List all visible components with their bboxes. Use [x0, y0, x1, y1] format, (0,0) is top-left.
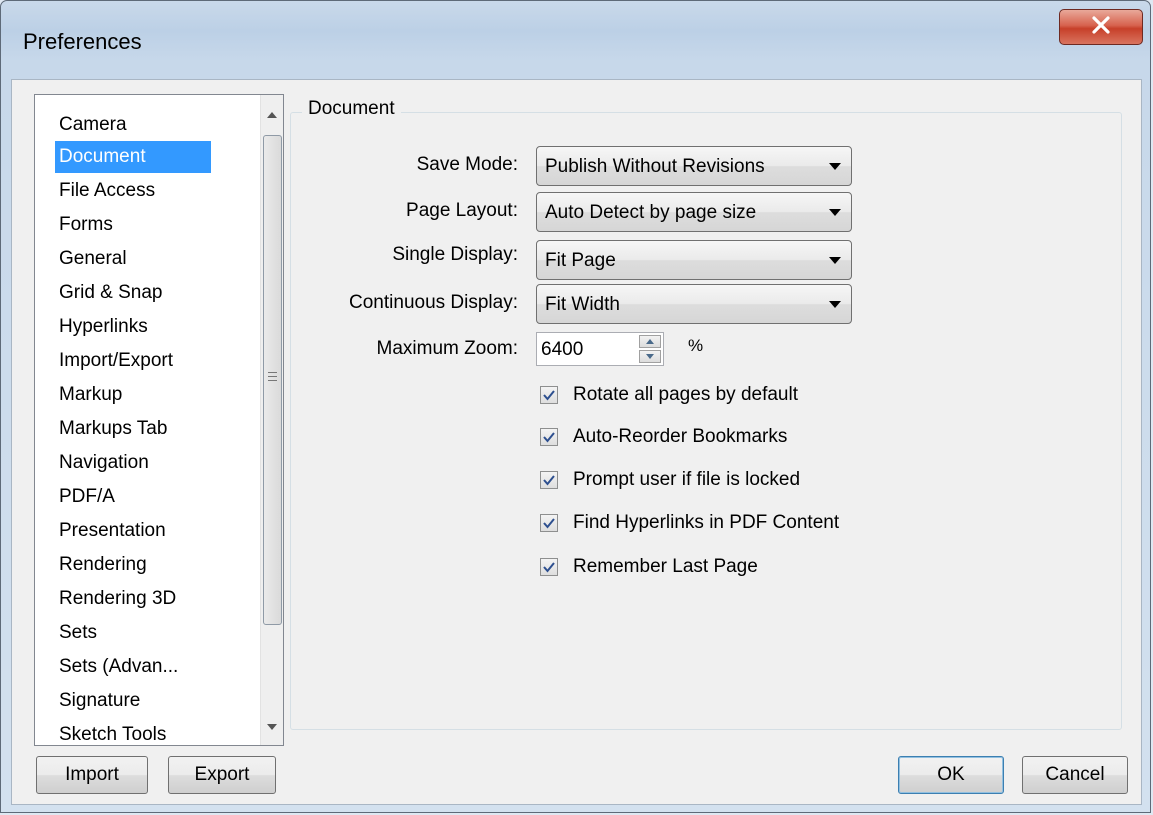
- close-icon: [1091, 15, 1111, 39]
- save-mode-select[interactable]: Publish Without Revisions: [536, 146, 852, 186]
- sidebar-item-sketch-tools[interactable]: Sketch Tools: [55, 719, 170, 745]
- checkbox-auto-reorder-bookmarks[interactable]: Auto-Reorder Bookmarks: [540, 423, 787, 451]
- chevron-down-icon: [829, 301, 841, 308]
- checkmark-icon: [543, 390, 555, 401]
- checkmark-icon: [543, 518, 555, 529]
- checkmark-icon: [543, 475, 555, 486]
- sidebar-item-document[interactable]: Document: [55, 141, 211, 173]
- group-title: Document: [302, 98, 401, 120]
- spin-buttons: [639, 335, 661, 363]
- checkbox-label: Prompt user if file is locked: [573, 469, 801, 490]
- checkbox-label: Auto-Reorder Bookmarks: [573, 426, 788, 447]
- checkbox-label: Find Hyperlinks in PDF Content: [573, 512, 840, 533]
- grip-icon: [268, 372, 277, 384]
- export-button[interactable]: Export: [168, 756, 276, 794]
- sidebar-item-grid-snap[interactable]: Grid & Snap: [55, 277, 167, 309]
- preferences-window: Preferences Camera Document File Access …: [0, 0, 1151, 813]
- checkbox-rotate-pages[interactable]: Rotate all pages by default: [540, 381, 798, 409]
- scroll-down-icon: [267, 717, 277, 735]
- checkmark-icon: [543, 432, 555, 443]
- checkbox-box[interactable]: [540, 558, 558, 576]
- scroll-up-button[interactable]: [261, 103, 283, 125]
- page-layout-select[interactable]: Auto Detect by page size: [536, 192, 852, 232]
- single-display-label: Single Display:: [392, 244, 518, 265]
- max-zoom-value[interactable]: 6400: [541, 339, 583, 361]
- sidebar-item-rendering[interactable]: Rendering: [55, 549, 151, 581]
- sidebar-item-import-export[interactable]: Import/Export: [55, 345, 177, 377]
- close-button[interactable]: [1059, 9, 1143, 45]
- max-zoom-stepper[interactable]: 6400: [536, 332, 664, 366]
- sidebar-item-presentation[interactable]: Presentation: [55, 515, 170, 547]
- import-button[interactable]: Import: [36, 756, 148, 794]
- checkbox-box[interactable]: [540, 471, 558, 489]
- sidebar-item-rendering-3d[interactable]: Rendering 3D: [55, 583, 180, 615]
- dialog-body: Camera Document File Access Forms Genera…: [11, 79, 1142, 805]
- checkbox-remember-last-page[interactable]: Remember Last Page: [540, 553, 758, 581]
- continuous-display-value: Fit Width: [545, 294, 620, 315]
- sidebar-item-sets[interactable]: Sets: [55, 617, 101, 649]
- category-list[interactable]: Camera Document File Access Forms Genera…: [34, 94, 284, 746]
- list-scrollbar[interactable]: [260, 95, 283, 745]
- single-display-value: Fit Page: [545, 250, 616, 271]
- max-zoom-label: Maximum Zoom:: [376, 338, 518, 359]
- chevron-down-icon: [829, 209, 841, 216]
- chevron-down-icon: [829, 163, 841, 170]
- sidebar-item-pdfa[interactable]: PDF/A: [55, 481, 119, 513]
- sidebar-item-markup[interactable]: Markup: [55, 379, 126, 411]
- sidebar-item-general[interactable]: General: [55, 243, 131, 275]
- sidebar-item-markups-tab[interactable]: Markups Tab: [55, 413, 171, 445]
- ok-button[interactable]: OK: [898, 756, 1004, 794]
- cancel-button[interactable]: Cancel: [1022, 756, 1128, 794]
- arrow-down-icon: [646, 354, 654, 359]
- sidebar-item-file-access[interactable]: File Access: [55, 175, 159, 207]
- window-title: Preferences: [23, 29, 142, 54]
- arrow-up-icon: [646, 339, 654, 344]
- scroll-up-icon: [267, 105, 277, 123]
- sidebar-item-camera[interactable]: Camera: [55, 109, 131, 141]
- continuous-display-select[interactable]: Fit Width: [536, 284, 852, 324]
- save-mode-label: Save Mode:: [416, 154, 518, 175]
- checkmark-icon: [543, 562, 555, 573]
- checkbox-box[interactable]: [540, 386, 558, 404]
- sidebar-item-forms[interactable]: Forms: [55, 209, 117, 241]
- checkbox-box[interactable]: [540, 428, 558, 446]
- spin-down-button[interactable]: [639, 350, 661, 363]
- checkbox-box[interactable]: [540, 514, 558, 532]
- chevron-down-icon: [829, 257, 841, 264]
- single-display-select[interactable]: Fit Page: [536, 240, 852, 280]
- checkbox-prompt-locked[interactable]: Prompt user if file is locked: [540, 466, 800, 494]
- save-mode-value: Publish Without Revisions: [545, 156, 765, 177]
- page-layout-label: Page Layout:: [406, 200, 518, 221]
- checkbox-label: Rotate all pages by default: [573, 384, 798, 405]
- scroll-down-button[interactable]: [261, 715, 283, 737]
- sidebar-item-navigation[interactable]: Navigation: [55, 447, 153, 479]
- continuous-display-label: Continuous Display:: [349, 292, 518, 313]
- checkbox-find-hyperlinks[interactable]: Find Hyperlinks in PDF Content: [540, 509, 839, 537]
- zoom-unit: %: [688, 336, 704, 355]
- title-bar[interactable]: Preferences: [1, 1, 1150, 79]
- checkbox-label: Remember Last Page: [573, 556, 758, 577]
- spin-up-button[interactable]: [639, 335, 661, 348]
- page-layout-value: Auto Detect by page size: [545, 202, 757, 223]
- sidebar-item-sets-advanced[interactable]: Sets (Advan...: [55, 651, 182, 683]
- sidebar-item-signature[interactable]: Signature: [55, 685, 144, 717]
- sidebar-item-hyperlinks[interactable]: Hyperlinks: [55, 311, 152, 343]
